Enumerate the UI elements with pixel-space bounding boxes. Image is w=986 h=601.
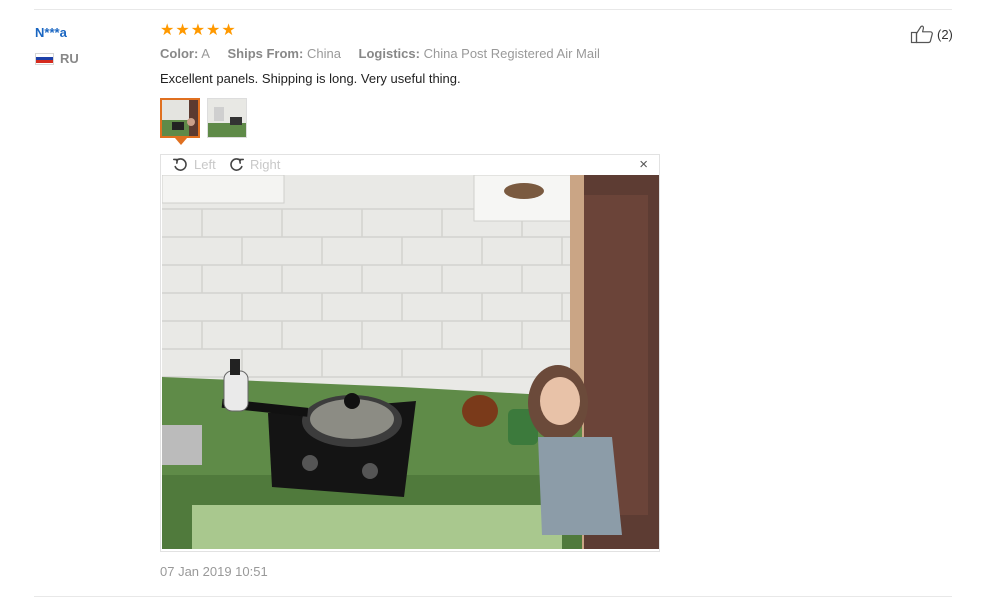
- logistics-label: Logistics:: [358, 46, 420, 61]
- star-icon: ★: [206, 22, 221, 39]
- thumbnail-2[interactable]: [207, 98, 247, 138]
- order-info: Color: A Ships From: China Logistics: Ch…: [160, 46, 614, 61]
- rotate-right-label: Right: [250, 157, 281, 172]
- rotate-right-icon: [230, 158, 244, 171]
- rotate-left-button[interactable]: Left: [172, 156, 216, 173]
- thumbnail-1[interactable]: [160, 98, 200, 138]
- review-date: 07 Jan 2019 10:51: [160, 564, 268, 579]
- photo-thumbnails: [160, 98, 247, 138]
- photo-viewer: Left Right ×: [160, 154, 660, 552]
- reviewer-name: N***a: [35, 25, 67, 40]
- star-icon: ★: [160, 22, 175, 39]
- helpful-count: (2): [937, 26, 953, 42]
- ships-from-value: China: [306, 46, 341, 61]
- close-icon[interactable]: ×: [639, 157, 648, 172]
- active-thumbnail-caret: [175, 138, 187, 145]
- star-icon: ★: [175, 22, 190, 39]
- top-divider: [34, 9, 952, 10]
- color-value: A: [201, 46, 210, 61]
- review-text: Excellent panels. Shipping is long. Very…: [160, 71, 461, 86]
- rotate-left-label: Left: [194, 157, 216, 172]
- viewer-toolbar: Left Right ×: [161, 155, 659, 175]
- bottom-divider: [34, 596, 952, 597]
- helpful-button[interactable]: (2): [910, 24, 953, 44]
- logistics-value: China Post Registered Air Mail: [423, 46, 600, 61]
- review-photo: [162, 175, 659, 549]
- star-icon: ★: [190, 22, 206, 39]
- star-icon: ★: [221, 22, 236, 39]
- star-rating: ★ ★ ★ ★ ★: [160, 22, 236, 40]
- country-code: RU: [60, 51, 79, 66]
- rotate-left-icon: [173, 158, 187, 171]
- thumbs-up-icon: [910, 25, 933, 44]
- flag-ru-icon: [35, 52, 54, 65]
- color-label: Color:: [160, 46, 199, 61]
- reviewer-country: RU: [35, 51, 79, 66]
- ships-from-label: Ships From:: [227, 46, 304, 61]
- rotate-right-button[interactable]: Right: [228, 156, 280, 173]
